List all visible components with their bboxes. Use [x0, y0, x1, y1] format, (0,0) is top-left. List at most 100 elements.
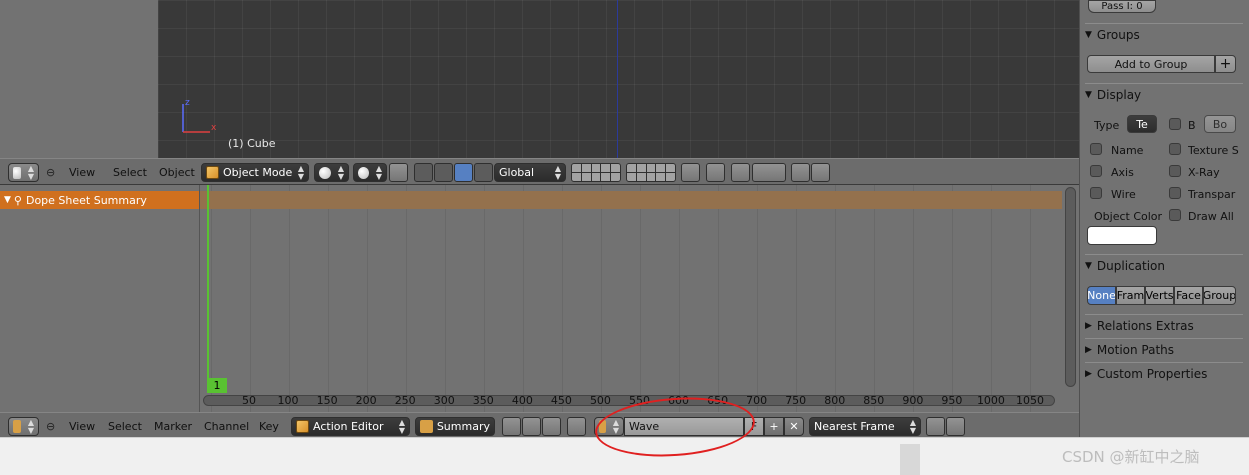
dope-sheet-summary-row[interactable]: ▼ ⚲ Dope Sheet Summary: [0, 191, 199, 209]
layers-grid-2[interactable]: [626, 163, 676, 182]
show-hidden-icon[interactable]: [522, 417, 541, 436]
custom-properties-panel-header[interactable]: ▶ Custom Properties: [1085, 362, 1243, 384]
viewport-side-region: [0, 0, 158, 158]
proportional-edit-icon[interactable]: [706, 163, 725, 182]
copy-keys-icon[interactable]: [926, 417, 945, 436]
expand-triangle-icon: ▼: [1085, 260, 1092, 271]
add-to-group-button[interactable]: Add to Group: [1087, 55, 1215, 73]
dup-none-button[interactable]: None: [1087, 286, 1116, 305]
frame-tick-label: 450: [550, 394, 572, 407]
summary-toggle[interactable]: Summary: [415, 417, 495, 436]
editor-type-icon: [13, 166, 21, 179]
axis-checkbox[interactable]: [1090, 165, 1102, 177]
expand-triangle-icon[interactable]: ▼: [4, 195, 11, 205]
menu-key[interactable]: Key: [259, 420, 279, 433]
transparent-checkbox[interactable]: [1169, 187, 1181, 199]
snap-toggle-icon[interactable]: [731, 163, 750, 182]
collapse-menu-icon[interactable]: ⊖: [46, 166, 55, 179]
texture-space-label: Texture S: [1188, 144, 1239, 157]
dup-verts-button[interactable]: Verts: [1145, 286, 1174, 305]
pivot-select[interactable]: ▲ ▼: [353, 163, 387, 182]
snap-mode-label: Nearest Frame: [814, 420, 895, 433]
dup-frames-button[interactable]: Fram: [1116, 286, 1145, 305]
axis-label: Axis: [1111, 166, 1134, 179]
groups-panel-header[interactable]: ▼ Groups: [1085, 23, 1243, 45]
frame-tick-label: 1000: [976, 394, 1005, 407]
dup-faces-button[interactable]: Face: [1174, 286, 1203, 305]
object-color-swatch[interactable]: [1087, 226, 1157, 245]
menu-object[interactable]: Object: [159, 166, 195, 179]
frame-tick-label: 200: [355, 394, 377, 407]
relations-extras-title: Relations Extras: [1096, 318, 1194, 333]
snap-element-icon[interactable]: [752, 163, 786, 182]
shading-select[interactable]: ▲ ▼: [314, 163, 349, 182]
dup-group-button[interactable]: Group: [1203, 286, 1236, 305]
transform-icon[interactable]: [474, 163, 493, 182]
current-frame-indicator[interactable]: [207, 185, 209, 393]
3d-viewport[interactable]: [158, 0, 1079, 158]
menu-marker[interactable]: Marker: [154, 420, 192, 433]
editor-mode-select[interactable]: Action Editor ▲ ▼: [291, 417, 410, 436]
type-select[interactable]: Te: [1127, 115, 1157, 133]
wire-checkbox[interactable]: [1090, 187, 1102, 199]
translate-icon[interactable]: [414, 163, 433, 182]
editor-type-button[interactable]: ▲ ▼: [8, 163, 39, 182]
only-selected-icon[interactable]: [502, 417, 521, 436]
dopesheet-timeline[interactable]: [200, 185, 1062, 412]
texture-space-checkbox[interactable]: [1169, 143, 1181, 155]
mode-select[interactable]: Object Mode ▲ ▼: [201, 163, 309, 182]
name-checkbox[interactable]: [1090, 143, 1102, 155]
dopesheet-header: ▲ ▼ ⊖ View Select Marker Channel Key Acti…: [0, 412, 1079, 439]
vertical-scroll-thumb[interactable]: [1065, 187, 1076, 387]
rotate-icon[interactable]: [434, 163, 453, 182]
lock-layers-icon[interactable]: [681, 163, 700, 182]
unlink-action-icon[interactable]: ✕: [784, 417, 804, 436]
collapse-menu-icon-dope[interactable]: ⊖: [46, 420, 55, 433]
axis-z-label: z: [185, 98, 190, 108]
summary-icon: [420, 420, 433, 433]
draw-all-checkbox[interactable]: [1169, 209, 1181, 221]
duplication-panel-header[interactable]: ▼ Duplication: [1085, 254, 1243, 276]
menu-select[interactable]: Select: [113, 166, 147, 179]
frame-tick-label: 50: [242, 394, 256, 407]
render-icon[interactable]: [791, 163, 810, 182]
add-group-plus-icon[interactable]: +: [1215, 55, 1236, 73]
view3d-header: ▲ ▼ ⊖ View Select Object Object Mode ▲ ▼ ▲ ▼…: [0, 158, 1079, 185]
summary-label: Dope Sheet Summary: [25, 193, 147, 207]
paste-keys-icon[interactable]: [946, 417, 965, 436]
motion-paths-panel-header[interactable]: ▶ Motion Paths: [1085, 338, 1243, 360]
render-anim-icon[interactable]: [811, 163, 830, 182]
frame-tick-label: 700: [746, 394, 768, 407]
frame-tick-label: 300: [433, 394, 455, 407]
vertical-scrollbar[interactable]: [1062, 185, 1079, 412]
menu-channel[interactable]: Channel: [204, 420, 249, 433]
menu-view-dope[interactable]: View: [69, 420, 95, 433]
duplication-title: Duplication: [1096, 258, 1165, 273]
bounds-checkbox[interactable]: [1169, 118, 1181, 130]
current-frame-box[interactable]: 1: [207, 378, 227, 393]
motion-paths-title: Motion Paths: [1096, 342, 1175, 357]
scale-icon[interactable]: [454, 163, 473, 182]
frame-tick-label: 800: [824, 394, 846, 407]
snap-mode-select[interactable]: Nearest Frame ▲ ▼: [809, 417, 921, 436]
frame-tick-label: 250: [394, 394, 416, 407]
manipulator-toggle-icon[interactable]: [389, 163, 408, 182]
xray-checkbox[interactable]: [1169, 165, 1181, 177]
collapsed-triangle-icon: ▶: [1085, 368, 1092, 379]
orientation-select[interactable]: Global ▲ ▼: [494, 163, 566, 182]
editor-mode-label: Action Editor: [313, 420, 384, 433]
display-panel-header[interactable]: ▼ Display: [1085, 83, 1243, 105]
layers-grid-1[interactable]: [571, 163, 621, 182]
pass-index-field[interactable]: Pass I: 0: [1088, 0, 1156, 13]
new-action-icon[interactable]: +: [764, 417, 784, 436]
menu-select-dope[interactable]: Select: [108, 420, 142, 433]
groups-title: Groups: [1096, 27, 1140, 42]
bounds-type-select[interactable]: Bo: [1204, 115, 1236, 133]
frame-tick-label: 100: [277, 394, 299, 407]
only-errors-icon[interactable]: [542, 417, 561, 436]
filter-search-icon[interactable]: [567, 417, 586, 436]
menu-view[interactable]: View: [69, 166, 95, 179]
type-label: Type: [1094, 119, 1120, 132]
relations-extras-panel-header[interactable]: ▶ Relations Extras: [1085, 314, 1243, 336]
editor-type-button-dope[interactable]: ▲ ▼: [8, 417, 39, 436]
